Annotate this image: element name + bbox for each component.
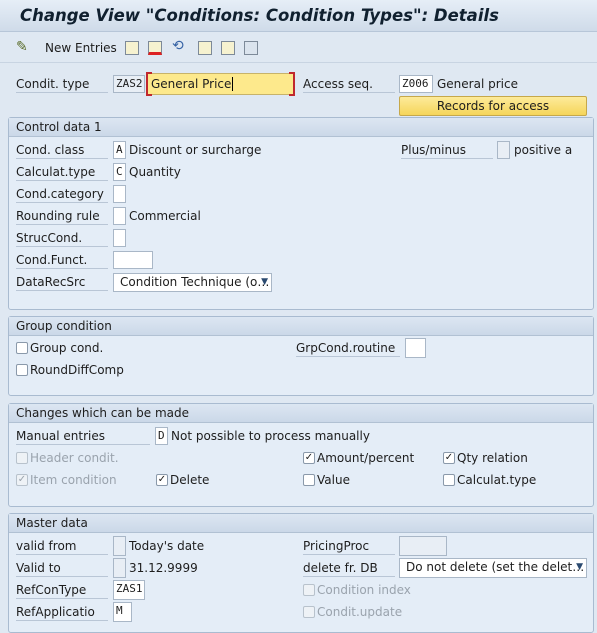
condit-type-field: ZAS2	[113, 75, 145, 93]
valid-from-desc: Today's date	[129, 539, 205, 553]
rounding-rule-field[interactable]	[113, 207, 126, 225]
grp-routine-label: GrpCond.routine	[296, 339, 400, 357]
valid-to-field[interactable]	[113, 558, 126, 578]
page-title: Change View "Conditions: Condition Types…	[20, 6, 499, 25]
datarec-label: DataRecSrc	[16, 273, 108, 291]
calc-type-label: Calculat.type	[16, 163, 108, 181]
struc-cond-field[interactable]	[113, 229, 126, 247]
select-all-icon[interactable]	[244, 41, 258, 55]
value-label: Value	[317, 473, 350, 487]
title-bar: Change View "Conditions: Condition Types…	[0, 0, 597, 32]
grp-routine-field[interactable]	[405, 338, 426, 358]
delete-label: Delete	[170, 473, 210, 487]
checkbox-icon[interactable]	[443, 474, 455, 486]
calc-type-checkbox-label: Calculat.type	[457, 473, 537, 487]
delete-db-dropdown[interactable]: Do not delete (set the delet… ▼	[399, 558, 587, 578]
rounding-rule-label: Rounding rule	[16, 207, 108, 225]
condit-type-label: Condit. type	[16, 75, 108, 93]
access-seq-desc: General price	[437, 77, 518, 91]
value-checkbox[interactable]: Value	[303, 471, 350, 489]
access-seq-field[interactable]: Z006	[399, 75, 433, 93]
condit-update-label: Condit.update	[317, 605, 403, 619]
chevron-down-icon: ▼	[261, 277, 268, 287]
ref-con-type-field[interactable]: ZAS1	[113, 580, 145, 600]
manual-entries-desc: Not possible to process manually	[171, 429, 370, 443]
pencil-glasses-icon[interactable]: ✎	[16, 39, 28, 55]
next-entry-icon[interactable]	[221, 41, 235, 55]
delete-db-label: delete fr. DB	[303, 559, 395, 577]
cond-category-field[interactable]	[113, 185, 126, 203]
qty-relation-checkbox[interactable]: ✓ Qty relation	[443, 449, 528, 467]
amount-percent-label: Amount/percent	[317, 451, 415, 465]
copy-icon[interactable]	[125, 41, 139, 55]
plus-minus-label: Plus/minus	[401, 141, 493, 159]
group-cond-checkbox[interactable]: Group cond.	[16, 339, 103, 357]
condition-index-label: Condition index	[317, 583, 411, 597]
item-condition-checkbox: ✓ Item condition	[16, 471, 117, 489]
cond-class-label: Cond. class	[16, 141, 108, 159]
pricing-proc-field[interactable]	[399, 536, 447, 556]
section-header: Master data	[9, 514, 593, 533]
checkmark-icon[interactable]: ✓	[303, 452, 315, 464]
calc-type-field[interactable]: C	[113, 163, 126, 181]
round-diff-checkbox[interactable]: RoundDiffComp	[16, 361, 124, 379]
checkmark-icon[interactable]: ✓	[156, 474, 168, 486]
datarec-value: Condition Technique (o…	[120, 275, 270, 289]
cond-funct-field[interactable]	[113, 251, 153, 269]
ref-application-label: RefApplicatio	[16, 603, 108, 621]
cond-funct-label: Cond.Funct.	[16, 251, 108, 269]
pricing-proc-label: PricingProc	[303, 537, 395, 555]
checkbox-icon	[303, 606, 315, 618]
checkbox-icon	[303, 584, 315, 596]
toolbar: ✎ New Entries ⟲	[0, 33, 597, 63]
cond-class-field[interactable]: A	[113, 141, 126, 159]
access-seq-label: Access seq.	[303, 75, 395, 93]
calc-type-desc: Quantity	[129, 165, 181, 179]
round-diff-label: RoundDiffComp	[30, 363, 124, 377]
header-condit-label: Header condit.	[30, 451, 119, 465]
cond-class-desc: Discount or surcharge	[129, 143, 262, 157]
rounding-rule-desc: Commercial	[129, 209, 201, 223]
plus-minus-desc: positive a	[514, 143, 573, 157]
group-cond-label: Group cond.	[30, 341, 104, 355]
ref-application-field[interactable]: M	[113, 602, 132, 622]
delete-icon[interactable]	[148, 41, 162, 55]
ref-con-type-label: RefConType	[16, 581, 108, 599]
previous-entry-icon[interactable]	[198, 41, 212, 55]
cond-category-label: Cond.category	[16, 185, 108, 203]
condit-type-desc-input[interactable]: General Price	[146, 72, 295, 96]
header-condit-checkbox: Header condit.	[16, 449, 119, 467]
delete-checkbox[interactable]: ✓ Delete	[156, 471, 209, 489]
undo-icon[interactable]: ⟲	[172, 38, 184, 54]
manual-entries-field[interactable]: D	[155, 427, 168, 445]
checkbox-icon	[16, 452, 28, 464]
delete-db-value: Do not delete (set the delet…	[406, 560, 585, 574]
item-condition-label: Item condition	[30, 473, 117, 487]
condit-type-desc-text: General Price	[151, 77, 232, 91]
valid-from-field[interactable]	[113, 536, 126, 556]
checkmark-icon[interactable]: ✓	[443, 452, 455, 464]
datarec-dropdown[interactable]: Condition Technique (o… ▼	[113, 273, 272, 292]
qty-relation-label: Qty relation	[457, 451, 528, 465]
condit-update-checkbox: Condit.update	[303, 603, 402, 621]
checkbox-icon[interactable]	[303, 474, 315, 486]
section-header: Control data 1	[9, 118, 593, 137]
checkbox-icon[interactable]	[16, 364, 28, 376]
new-entries-button[interactable]: New Entries	[45, 39, 117, 57]
section-header: Changes which can be made	[9, 404, 593, 423]
plus-minus-field[interactable]	[497, 141, 510, 159]
amount-percent-checkbox[interactable]: ✓ Amount/percent	[303, 449, 414, 467]
section-header: Group condition	[9, 317, 593, 336]
checkbox-icon[interactable]	[16, 342, 28, 354]
checkmark-icon: ✓	[16, 474, 28, 486]
condition-index-checkbox: Condition index	[303, 581, 411, 599]
chevron-down-icon: ▼	[576, 562, 583, 572]
valid-to-label: Valid to	[16, 559, 108, 577]
valid-from-label: valid from	[16, 537, 108, 555]
manual-entries-label: Manual entries	[16, 427, 150, 445]
valid-to-desc: 31.12.9999	[129, 561, 198, 575]
records-for-access-button[interactable]: Records for access	[399, 96, 587, 116]
calc-type-checkbox[interactable]: Calculat.type	[443, 471, 536, 489]
struc-cond-label: StrucCond.	[16, 229, 108, 247]
